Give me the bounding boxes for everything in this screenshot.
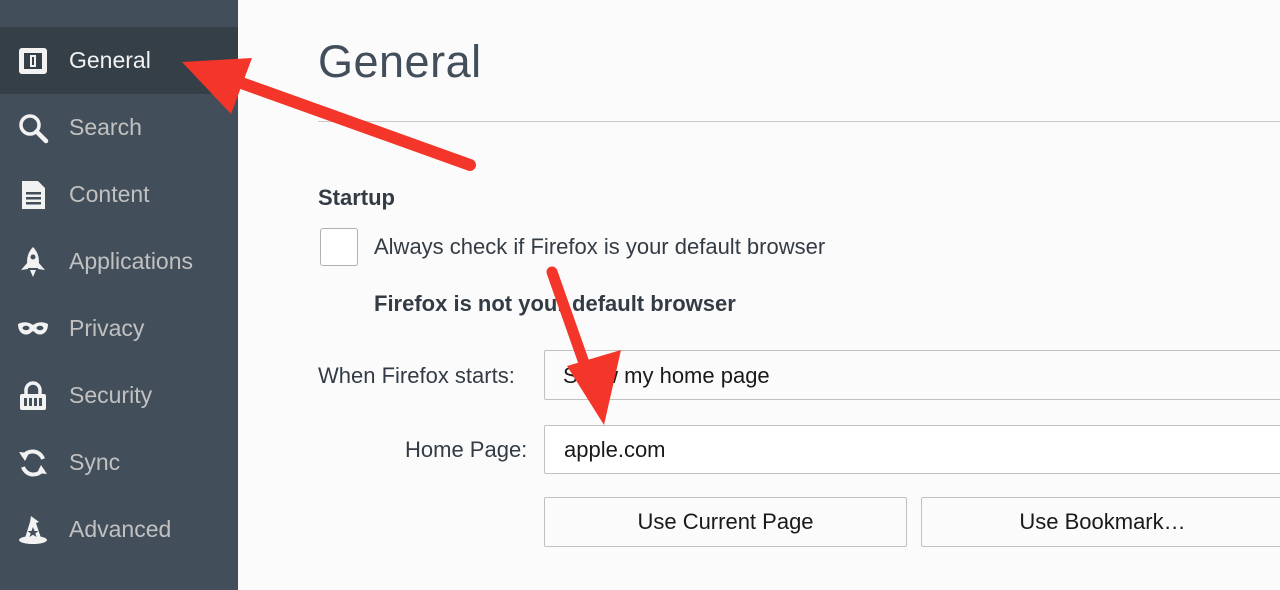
title-divider [318, 121, 1280, 122]
sidebar-item-sync[interactable]: Sync [0, 429, 238, 496]
sidebar-item-label: Search [69, 114, 142, 140]
default-browser-checkbox-label[interactable]: Always check if Firefox is your default … [374, 234, 825, 260]
startup-heading: Startup [318, 185, 395, 210]
page-title: General [318, 36, 482, 87]
general-icon [16, 44, 50, 78]
home-page-label: Home Page: [405, 437, 528, 462]
sidebar-item-general[interactable]: General [0, 27, 238, 94]
when-starts-select[interactable]: Show my home page [544, 350, 1280, 400]
sidebar-item-label: Applications [69, 248, 194, 274]
when-starts-selected-value: Show my home page [563, 363, 770, 388]
sidebar-item-label: Sync [69, 449, 121, 475]
sidebar-item-security[interactable]: Security [0, 362, 238, 429]
rocket-icon [16, 245, 50, 279]
sidebar-item-label: Security [69, 382, 153, 408]
sidebar-item-advanced[interactable]: Advanced [0, 496, 238, 563]
sidebar-item-applications[interactable]: Applications [0, 228, 238, 295]
sidebar-item-label: Privacy [69, 315, 145, 341]
default-browser-checkbox[interactable] [320, 228, 358, 266]
sidebar-item-search[interactable]: Search [0, 94, 238, 161]
home-page-input[interactable] [544, 425, 1280, 474]
sidebar-item-label: General [69, 47, 151, 73]
sidebar-item-privacy[interactable]: Privacy [0, 295, 238, 362]
when-starts-label: When Firefox starts: [318, 363, 515, 388]
sidebar-item-content[interactable]: Content [0, 161, 238, 228]
general-pane: General Startup Always check if Firefox … [238, 0, 1280, 590]
sidebar-item-label: Advanced [69, 516, 172, 542]
sync-icon [16, 446, 50, 480]
search-icon [16, 111, 50, 145]
sidebar-item-label: Content [69, 181, 150, 207]
default-browser-status: Firefox is not your default browser [374, 291, 736, 316]
wizard-hat-icon [16, 513, 50, 547]
sidebar: General Search Content Applications Priv… [0, 0, 238, 590]
use-bookmark-button[interactable]: Use Bookmark… [921, 497, 1280, 547]
use-current-page-button[interactable]: Use Current Page [544, 497, 907, 547]
mask-icon [16, 312, 50, 346]
lock-icon [16, 379, 50, 413]
content-icon [16, 178, 50, 212]
